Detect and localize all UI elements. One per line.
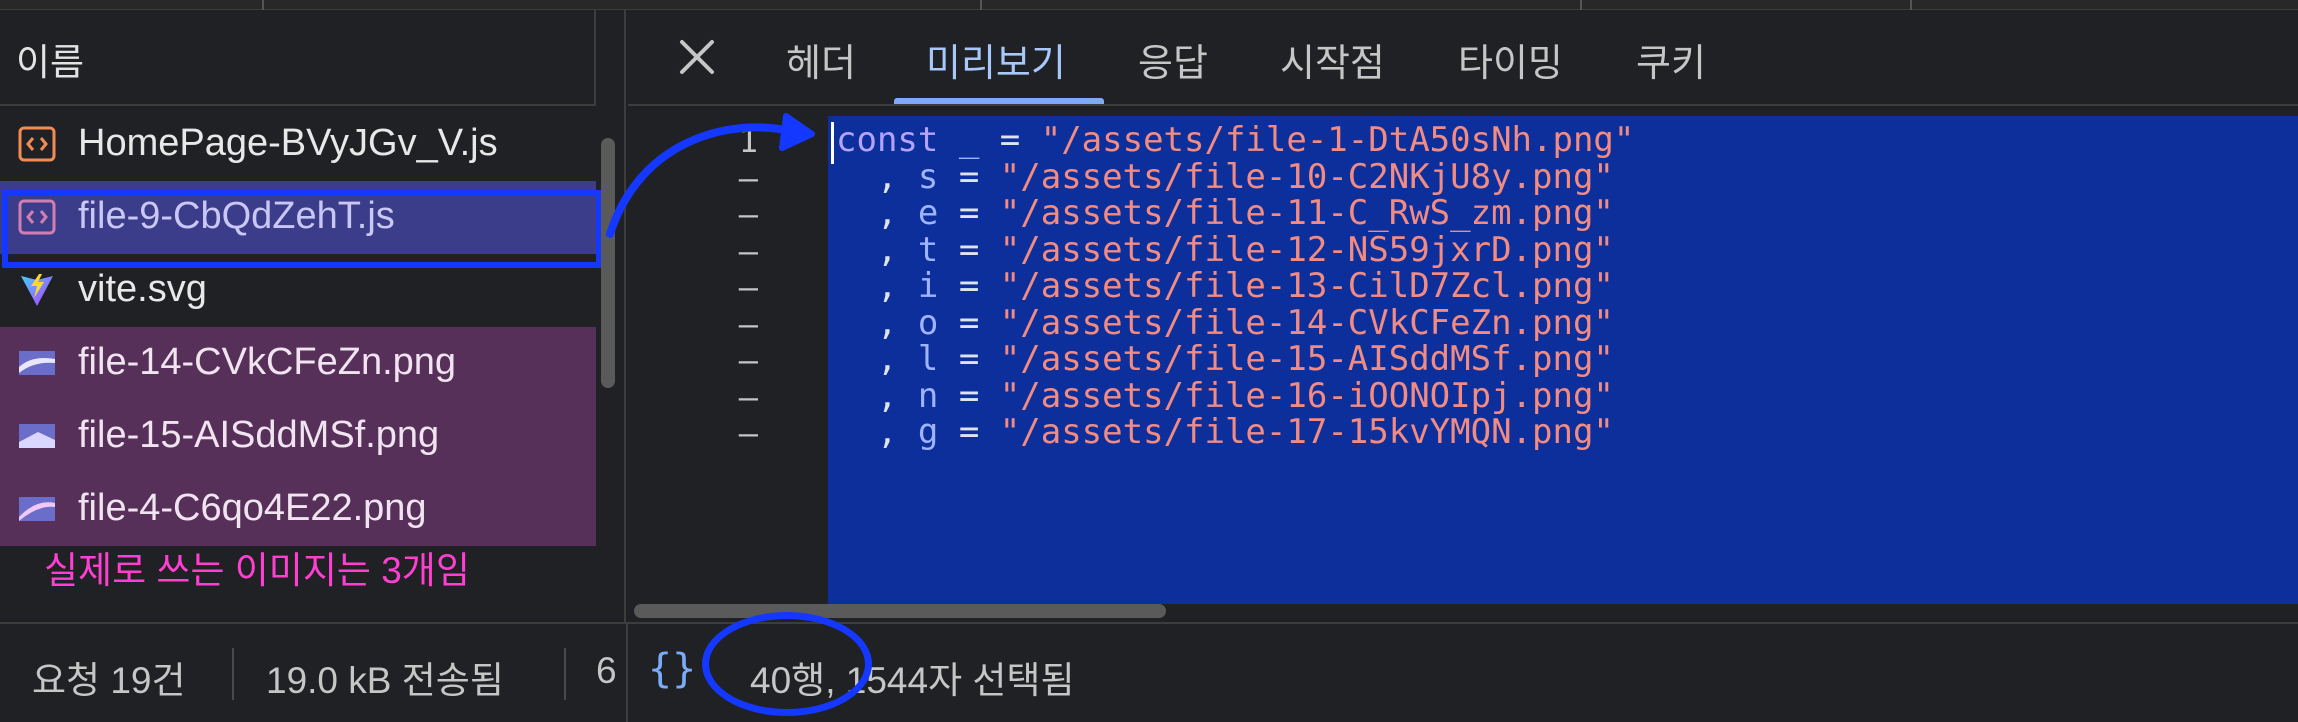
top-strip [0,0,2298,10]
code-string: "/assets/file-14-CVkCFeZn.png" [999,302,1614,343]
file-name: HomePage-BVyJGv_V.js [78,122,498,164]
top-strip-divider [980,0,982,10]
top-strip-divider [1910,0,1912,10]
code-string: "/assets/file-13-CilD7Zcl.png" [999,266,1614,306]
code-variable: l [917,339,939,379]
code-operator: = [938,302,1000,343]
code-string: "/assets/file-16-iOONOIpj.png" [999,375,1614,416]
code-string: "/assets/file-12-NS59jxrD.png" [999,229,1614,270]
image-file-icon [19,424,55,448]
code-operator: = [938,339,1000,379]
request-count: 요청 19건 [32,660,186,701]
code-line: , i = "/assets/file-13-CilD7Zcl.png" [836,266,1614,306]
close-icon[interactable] [674,34,720,80]
line-number: – [738,268,758,306]
file-list-panel: 이름 HomePage-BVyJGv_V.js file-9-CbQdZehT.… [0,10,626,622]
vite-logo-icon [21,274,53,306]
image-file-icon [19,351,55,375]
status-divider [232,648,234,700]
top-strip-divider [1580,0,1582,10]
name-column-title: 이름 [16,42,85,83]
image-file-icon [19,497,55,521]
selection-highlight-box [2,190,602,268]
annotation-text: 실제로 쓰는 이미지는 3개임 [44,550,470,591]
code-operator: = [938,193,1000,233]
status-divider [564,648,566,700]
code-punctuation: , [836,412,918,452]
pretty-print-icon[interactable]: {} [648,646,696,692]
tab-preview[interactable]: 미리보기 [926,32,1066,87]
file-name: file-4-C6qo4E22.png [78,487,427,529]
code-line: , t = "/assets/file-12-NS59jxrD.png" [836,230,1614,270]
code-operator: = [979,120,1041,160]
column-divider[interactable] [594,10,596,106]
file-row[interactable]: file-15-AISddMSf.png [0,400,596,473]
code-variable: n [917,375,939,416]
code-keyword: const [836,120,959,160]
line-number: – [738,304,758,343]
code-string: "/assets/file-10-C2NKjU8y.png" [999,156,1614,197]
code-string: "/assets/file-17-15kvYMQN.png" [999,412,1614,452]
tab-response[interactable]: 응답 [1138,32,1208,87]
code-string: "/assets/file-15-AISddMSf.png" [999,339,1614,379]
code-line: , o = "/assets/file-14-CVkCFeZn.png" [836,303,1614,343]
code-preview[interactable]: 1 const _ = "/assets/file-1-DtA50sNh.png"… [628,108,2298,604]
code-operator: = [938,156,1000,197]
tab-bar: 헤더 미리보기 응답 시작점 타이밍 쿠키 [628,10,2298,106]
file-row[interactable]: HomePage-BVyJGv_V.js [0,108,596,181]
code-variable: t [917,229,939,270]
top-strip-divider [262,0,264,10]
code-operator: = [938,266,1000,306]
name-column-header[interactable]: 이름 [0,10,596,106]
code-punctuation: , [836,302,918,343]
panel-divider [626,624,628,722]
code-punctuation: , [836,375,918,416]
code-line: const _ = "/assets/file-1-DtA50sNh.png" [836,120,1634,160]
code-operator: = [938,229,1000,270]
tab-headers[interactable]: 헤더 [786,32,856,87]
tab-timing[interactable]: 타이밍 [1458,32,1563,87]
script-file-icon [18,126,56,162]
code-line: , e = "/assets/file-11-C_RwS_zm.png" [836,193,1614,233]
preview-panel: 헤더 미리보기 응답 시작점 타이밍 쿠키 1 const _ = "/asset… [628,10,2298,622]
code-variable: _ [958,120,980,160]
code-operator: = [938,412,1000,452]
code-variable: o [917,302,939,343]
line-number: – [738,341,758,379]
code-string: "/assets/file-1-DtA50sNh.png" [1040,120,1635,160]
file-row[interactable]: file-4-C6qo4E22.png [0,473,596,546]
truncated-status: 6 [596,650,617,691]
file-name: file-15-AISddMSf.png [78,414,440,456]
selection-info-circle [702,612,872,716]
annotation-arrow-icon [606,113,815,238]
code-variable: e [917,193,939,233]
file-name: file-14-CVkCFeZn.png [78,341,457,383]
transferred-size: 19.0 kB 전송됨 [266,660,504,701]
tab-cookies[interactable]: 쿠키 [1636,32,1706,87]
code-variable: s [917,156,939,197]
code-line: , n = "/assets/file-16-iOONOIpj.png" [836,376,1614,416]
file-row[interactable]: file-14-CVkCFeZn.png [0,327,596,400]
code-variable: i [917,266,939,306]
line-number: – [738,414,758,452]
code-line: , g = "/assets/file-17-15kvYMQN.png" [836,412,1614,452]
code-string: "/assets/file-11-C_RwS_zm.png" [999,193,1614,233]
active-tab-indicator [894,98,1104,104]
status-bar: 요청 19건 19.0 kB 전송됨 6 {} 40행, 1544자 선택됨 [0,622,2298,722]
code-line: , s = "/assets/file-10-C2NKjU8y.png" [836,157,1614,197]
code-line: , l = "/assets/file-15-AISddMSf.png" [836,339,1614,379]
code-operator: = [938,375,1000,416]
code-variable: g [917,412,939,452]
code-punctuation: , [836,266,918,306]
code-punctuation: , [836,339,918,379]
line-number: – [738,377,758,416]
tab-initiator[interactable]: 시작점 [1280,32,1385,87]
preview-horizontal-scrollbar[interactable] [634,604,1166,618]
file-name: vite.svg [78,268,207,310]
